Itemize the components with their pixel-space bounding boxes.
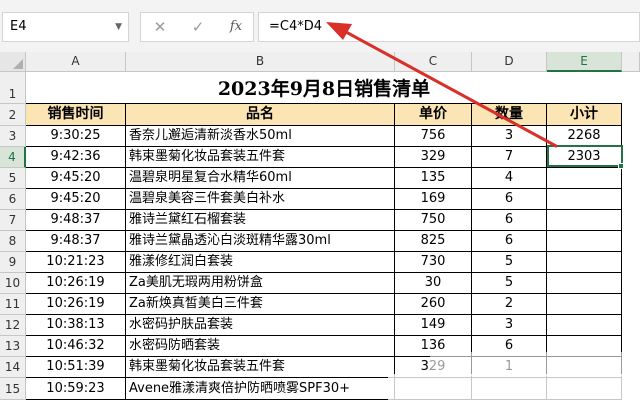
annotation-arrow (326, 22, 558, 148)
